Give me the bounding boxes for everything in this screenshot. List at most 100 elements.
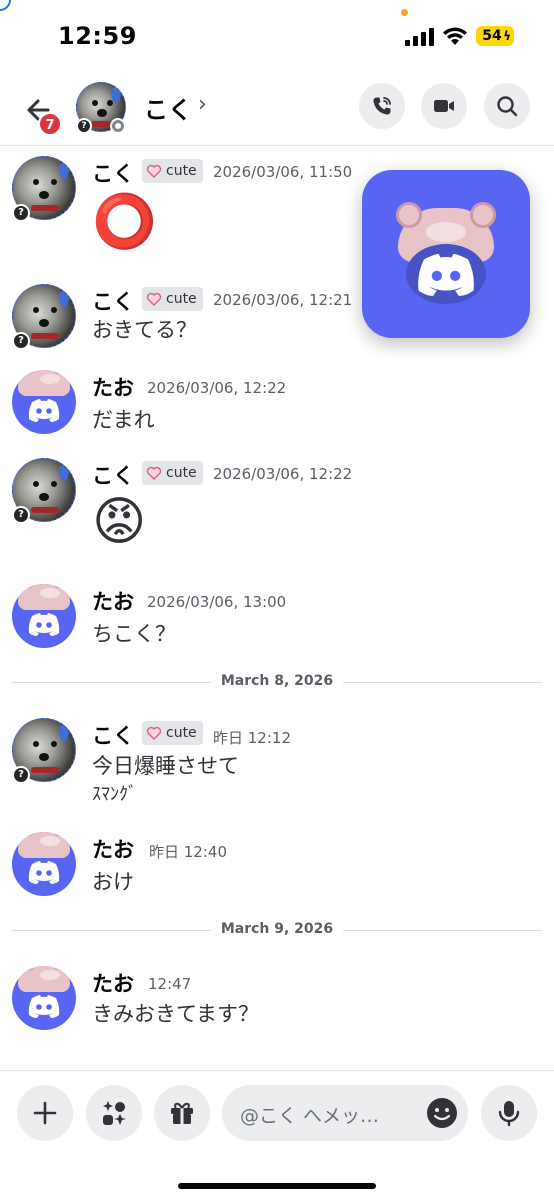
message-composer: @こく へメッ…	[0, 1070, 554, 1199]
chevron-right-icon[interactable]: ›	[198, 92, 207, 117]
server-tag[interactable]: cute	[142, 159, 203, 183]
message-item[interactable]: たお 2026/03/06, 12:22 だまれ	[0, 370, 554, 440]
message-avatar[interactable]: ?	[12, 156, 76, 222]
message-item[interactable]: たお 12:47 きみおきてます？	[0, 966, 554, 1036]
discord-logo-icon	[28, 861, 60, 884]
message-author[interactable]: こく	[92, 286, 134, 316]
message-timestamp: 2026/03/06, 11:50	[213, 163, 353, 181]
apps-icon	[103, 1101, 126, 1125]
message-author[interactable]: たお	[92, 834, 134, 864]
channel-header: 7 ? こく ›	[0, 70, 554, 146]
message-avatar[interactable]	[12, 370, 76, 434]
battery-level: 54	[482, 28, 502, 44]
status-unknown-icon: ?	[76, 118, 92, 134]
message-avatar[interactable]: ?	[12, 718, 76, 784]
message-avatar[interactable]	[12, 832, 76, 896]
search-icon	[497, 96, 518, 117]
floating-app-icon[interactable]	[362, 170, 530, 338]
battery-indicator: 54 ϟ	[476, 26, 514, 46]
message-text: おけ	[92, 870, 134, 894]
server-tag[interactable]: cute	[142, 287, 203, 311]
add-attachment-button[interactable]	[17, 1085, 73, 1141]
date-divider: March 8, 2026	[12, 672, 542, 692]
message-emoji: ⭕	[92, 192, 157, 252]
heart-icon	[146, 466, 162, 480]
microphone-icon	[498, 1101, 520, 1127]
discord-logo-icon	[28, 995, 60, 1018]
server-tag[interactable]: cute	[142, 461, 203, 485]
voice-message-button[interactable]	[481, 1085, 537, 1141]
status-unknown-icon: ?	[12, 204, 30, 222]
heart-icon	[146, 292, 162, 306]
server-tag[interactable]: cute	[142, 721, 203, 745]
message-avatar[interactable]: ?	[12, 284, 76, 350]
message-timestamp: 昨日 12:40	[149, 843, 227, 861]
message-text: ちこく？	[92, 622, 176, 646]
message-avatar[interactable]: ?	[12, 458, 76, 524]
gift-button[interactable]	[154, 1085, 210, 1141]
header-avatar[interactable]: ?	[76, 82, 126, 134]
message-author[interactable]: たお	[92, 586, 134, 616]
message-author[interactable]: こく	[92, 460, 134, 490]
apps-button[interactable]	[86, 1085, 142, 1141]
server-tag-label: cute	[166, 465, 197, 481]
heart-icon	[146, 726, 162, 740]
message-input-placeholder: @こく へメッ…	[240, 1105, 380, 1127]
cellular-signal-icon	[405, 28, 434, 46]
search-button[interactable]	[484, 83, 530, 129]
message-emoji: 😡	[92, 492, 147, 552]
message-author[interactable]: たお	[92, 372, 134, 402]
message-text: 今日爆睡させて	[92, 754, 239, 778]
status-bar: 12:59 54 ϟ	[0, 0, 554, 70]
date-divider: March 9, 2026	[12, 920, 542, 940]
status-unknown-icon: ?	[12, 332, 30, 350]
message-item[interactable]: ? こく cute 2026/03/06, 12:22 😡	[0, 458, 554, 558]
privacy-indicator-dot	[401, 9, 408, 16]
status-unknown-icon: ?	[12, 766, 30, 784]
message-text: おきてる？	[92, 318, 197, 342]
server-tag-label: cute	[166, 163, 197, 179]
message-item[interactable]: たお 昨日 12:40 おけ	[0, 832, 554, 902]
date-divider-label: March 8, 2026	[210, 673, 344, 689]
discord-logo-icon	[28, 613, 60, 636]
message-item[interactable]: ? こく cute 昨日 12:12 今日爆睡させて ｽﾏﾝｸﾞ	[0, 718, 554, 818]
server-tag-label: cute	[166, 725, 197, 741]
discord-logo-icon	[28, 399, 60, 422]
discord-logo-icon	[418, 253, 474, 296]
message-avatar[interactable]	[12, 584, 76, 648]
message-item[interactable]: たお 2026/03/06, 13:00 ちこく？	[0, 584, 554, 654]
gift-icon	[171, 1102, 193, 1124]
heart-icon	[146, 164, 162, 178]
video-call-button[interactable]	[421, 83, 467, 129]
avatar	[12, 370, 76, 434]
message-timestamp: 12:47	[148, 975, 192, 993]
avatar	[12, 832, 76, 896]
connection-corner-icon	[0, 0, 11, 11]
message-author[interactable]: こく	[92, 158, 134, 188]
emoji-icon[interactable]	[426, 1097, 458, 1129]
server-tag-label: cute	[166, 291, 197, 307]
offline-status-icon	[110, 118, 126, 134]
avatar	[12, 584, 76, 648]
message-text: だまれ	[92, 408, 155, 432]
status-time: 12:59	[58, 22, 137, 50]
message-input[interactable]: @こく へメッ…	[222, 1085, 468, 1141]
message-timestamp: 2026/03/06, 12:22	[213, 465, 353, 483]
message-avatar[interactable]	[12, 966, 76, 1030]
charging-bolt-icon: ϟ	[503, 29, 511, 43]
plus-icon	[33, 1101, 57, 1125]
discord-bear-icon	[392, 200, 500, 308]
message-timestamp: 2026/03/06, 12:21	[213, 291, 353, 309]
message-author[interactable]: こく	[92, 720, 134, 750]
channel-name[interactable]: こく	[144, 90, 192, 125]
voice-call-button[interactable]	[359, 83, 405, 129]
message-timestamp: 2026/03/06, 13:00	[147, 593, 287, 611]
unread-badge: 7	[38, 112, 62, 136]
message-text: きみおきてます？	[92, 1002, 259, 1026]
date-divider-label: March 9, 2026	[210, 921, 344, 937]
home-indicator[interactable]	[178, 1183, 376, 1189]
message-author[interactable]: たお	[92, 968, 134, 998]
message-timestamp: 昨日 12:12	[213, 729, 291, 747]
status-unknown-icon: ?	[12, 506, 30, 524]
avatar	[12, 966, 76, 1030]
